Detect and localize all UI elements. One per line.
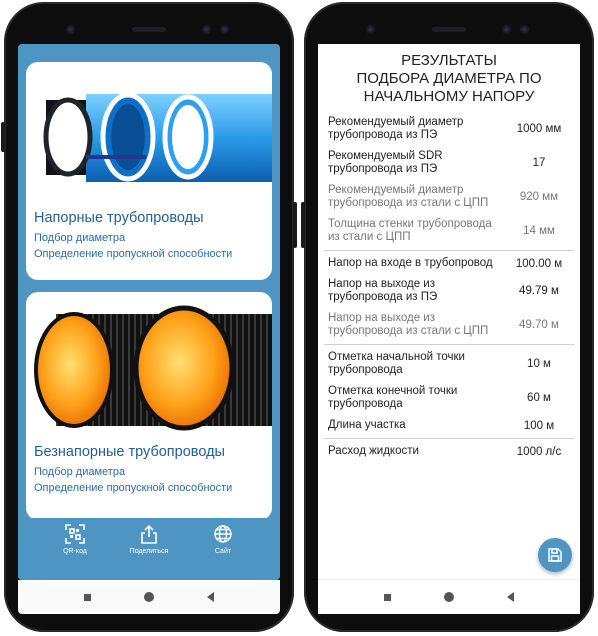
result-value: 60 м (527, 392, 551, 404)
back-icon[interactable] (206, 592, 214, 602)
diameter-selection-link[interactable]: Подбор диаметра (34, 466, 125, 478)
result-label: Рекомендуемый диаметр трубопровода из ПЭ (328, 116, 464, 141)
right-phone: РЕЗУЛЬТАТЫ ПОДБОРА ДИАМЕТРА ПО НАЧАЛЬНОМ… (301, 2, 594, 632)
power-button (1, 122, 5, 152)
result-row-inlet-head: Напор на входе в трубопровод 100.00 м (318, 253, 580, 274)
volume-button (301, 202, 305, 248)
divider (324, 438, 574, 439)
save-button[interactable] (538, 538, 572, 572)
qr-code-icon (65, 524, 85, 544)
divider (324, 250, 574, 251)
front-camera-icon (366, 25, 375, 34)
home-icon[interactable] (443, 592, 454, 602)
results-title-line2: ПОДБОРА ДИАМЕТРА ПО (356, 70, 542, 87)
divider (324, 344, 574, 345)
result-value: 10 м (527, 358, 551, 370)
share-button[interactable]: Поделиться (125, 524, 173, 580)
result-label: Расход жидкости (328, 445, 419, 457)
result-value: 49.79 м (519, 285, 559, 297)
capacity-link[interactable]: Определение пропускной способности (34, 248, 232, 260)
left-screen: Напорные трубопроводы Подбор диаметра Оп… (18, 44, 280, 580)
website-button[interactable]: Сайт (199, 524, 247, 580)
result-value: 1000 мм (516, 123, 562, 135)
result-label: Длина участка (328, 419, 406, 431)
capacity-link[interactable]: Определение пропускной способности (34, 482, 232, 494)
result-row-start-elevation: Отметка начальной точки трубопровода 10 … (318, 347, 580, 381)
gravity-pipelines-card[interactable]: Безнапорные трубопроводы Подбор диаметра… (26, 292, 272, 520)
diameter-selection-link[interactable]: Подбор диаметра (34, 232, 125, 244)
result-row-outlet-head-pe: Напор на выходе из трубопровода из ПЭ 49… (318, 274, 580, 308)
recent-apps-icon[interactable] (84, 593, 92, 601)
result-value: 920 мм (519, 191, 559, 203)
recent-apps-icon[interactable] (384, 593, 392, 601)
results-title-line1: РЕЗУЛЬТАТЫ (401, 52, 497, 69)
result-value: 14 мм (523, 225, 555, 237)
results-list: Рекомендуемый диаметр трубопровода из ПЭ… (318, 112, 580, 462)
front-camera-icon (66, 25, 75, 34)
card-title: Безнапорные трубопроводы (34, 444, 225, 460)
result-label: Отметка начальной точки трубопровода (328, 351, 465, 376)
result-row-steel-wall: Толщина стенки трубопровода из стали с Ц… (318, 214, 580, 248)
left-phone: Напорные трубопроводы Подбор диаметра Оп… (1, 2, 297, 632)
result-row-length: Длина участка 100 м (318, 415, 580, 436)
website-label: Сайт (214, 548, 232, 555)
android-nav-bar (18, 580, 280, 614)
sensor-icon (502, 25, 511, 34)
result-label: Напор на входе в трубопровод (328, 257, 493, 269)
result-value: 1000 л/с (516, 445, 562, 458)
right-screen: РЕЗУЛЬТАТЫ ПОДБОРА ДИАМЕТРА ПО НАЧАЛЬНОМ… (318, 44, 580, 580)
sensor-icon (202, 25, 211, 34)
result-row-flow-rate: Расход жидкости 1000 л/с (318, 441, 580, 462)
share-label: Поделиться (129, 548, 169, 555)
results-title-line3: НАЧАЛЬНОМУ НАПОРУ (363, 88, 535, 105)
sensor-icon (220, 25, 229, 34)
phone-top-hardware (304, 20, 594, 40)
result-row-pe-sdr: Рекомендуемый SDR трубопровода из ПЭ 17 (318, 146, 580, 180)
result-value: 49.70 м (519, 319, 559, 331)
home-icon[interactable] (143, 592, 154, 602)
phone-top-hardware (4, 20, 294, 40)
result-row-end-elevation: Отметка конечной точки трубопровода 60 м (318, 381, 580, 415)
sensor-icon (520, 25, 529, 34)
volume-button (293, 202, 297, 248)
save-icon (548, 548, 562, 562)
results-title: РЕЗУЛЬТАТЫ ПОДБОРА ДИАМЕТРА ПО НАЧАЛЬНОМ… (318, 44, 580, 106)
result-value: 17 (532, 157, 546, 169)
back-icon[interactable] (506, 592, 514, 602)
result-row-pe-diameter: Рекомендуемый диаметр трубопровода из ПЭ… (318, 112, 580, 146)
result-row-outlet-head-steel: Напор на выходе из трубопровода из стали… (318, 308, 580, 342)
card-title: Напорные трубопроводы (34, 210, 204, 226)
pressure-pipe-image (43, 92, 272, 182)
qr-code-label: QR-код (63, 548, 87, 555)
globe-icon (214, 525, 232, 543)
share-icon (141, 524, 157, 544)
android-nav-bar (318, 579, 580, 614)
result-label: Рекомендуемый SDR трубопровода из ПЭ (328, 150, 443, 175)
corrugated-pipe-image (34, 305, 272, 431)
result-value: 100 м (523, 419, 555, 432)
qr-code-button[interactable]: QR-код (51, 524, 99, 580)
result-label: Толщина стенки трубопровода из стали с Ц… (328, 218, 492, 243)
result-label: Рекомендуемый диаметр трубопровода из ст… (328, 184, 489, 209)
result-label: Отметка конечной точки трубопровода (328, 385, 458, 410)
result-label: Напор на выходе из трубопровода из ПЭ (328, 278, 438, 303)
pressure-pipelines-card[interactable]: Напорные трубопроводы Подбор диаметра Оп… (26, 62, 272, 280)
result-label: Напор на выходе из трубопровода из стали… (328, 312, 489, 337)
speaker-grille (432, 27, 466, 32)
speaker-grille (132, 27, 166, 32)
result-value: 100.00 м (515, 257, 563, 270)
result-row-steel-diameter: Рекомендуемый диаметр трубопровода из ст… (318, 180, 580, 214)
bottom-action-bar: QR-код Поделиться Сайт (18, 518, 280, 580)
